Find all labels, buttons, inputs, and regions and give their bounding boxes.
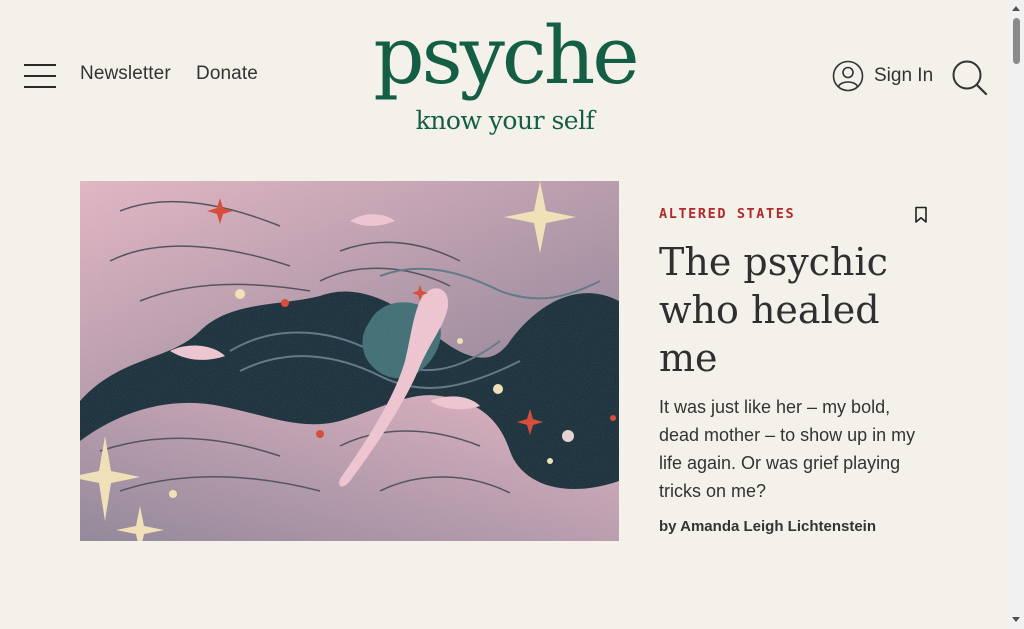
article-title[interactable]: The psychic who healed me — [659, 238, 939, 382]
site-logo[interactable]: psyche know your self — [368, 10, 642, 134]
nav-link-donate[interactable]: Donate — [196, 63, 258, 85]
article-illustration[interactable] — [80, 181, 619, 541]
byline-prefix: by — [659, 518, 677, 535]
nav-link-newsletter[interactable]: Newsletter — [80, 63, 171, 85]
user-circle-icon — [832, 60, 864, 92]
author-name[interactable]: Amanda Leigh Lichtenstein — [680, 518, 876, 535]
scroll-down-arrow-icon[interactable] — [1012, 617, 1020, 622]
hamburger-menu-icon[interactable] — [24, 62, 56, 90]
search-icon[interactable] — [950, 58, 988, 96]
scroll-up-arrow-icon[interactable] — [1012, 6, 1020, 11]
vertical-scrollbar[interactable] — [1009, 0, 1024, 629]
logo-tagline: know your self — [415, 106, 595, 135]
article-category[interactable]: ALTERED STATES — [659, 206, 795, 222]
sign-in-label: Sign In — [874, 65, 934, 86]
article-byline: by Amanda Leigh Lichtenstein — [659, 518, 876, 535]
article-summary: It was just like her – my bold, dead mot… — [659, 397, 916, 501]
bookmark-icon[interactable] — [913, 206, 929, 224]
scroll-thumb[interactable] — [1013, 18, 1020, 64]
illustration-art — [80, 181, 619, 541]
logo-wordmark: psyche — [373, 9, 639, 102]
sign-in-button[interactable]: Sign In — [832, 58, 933, 94]
page: Newsletter Donate psyche know your self … — [0, 0, 1009, 629]
